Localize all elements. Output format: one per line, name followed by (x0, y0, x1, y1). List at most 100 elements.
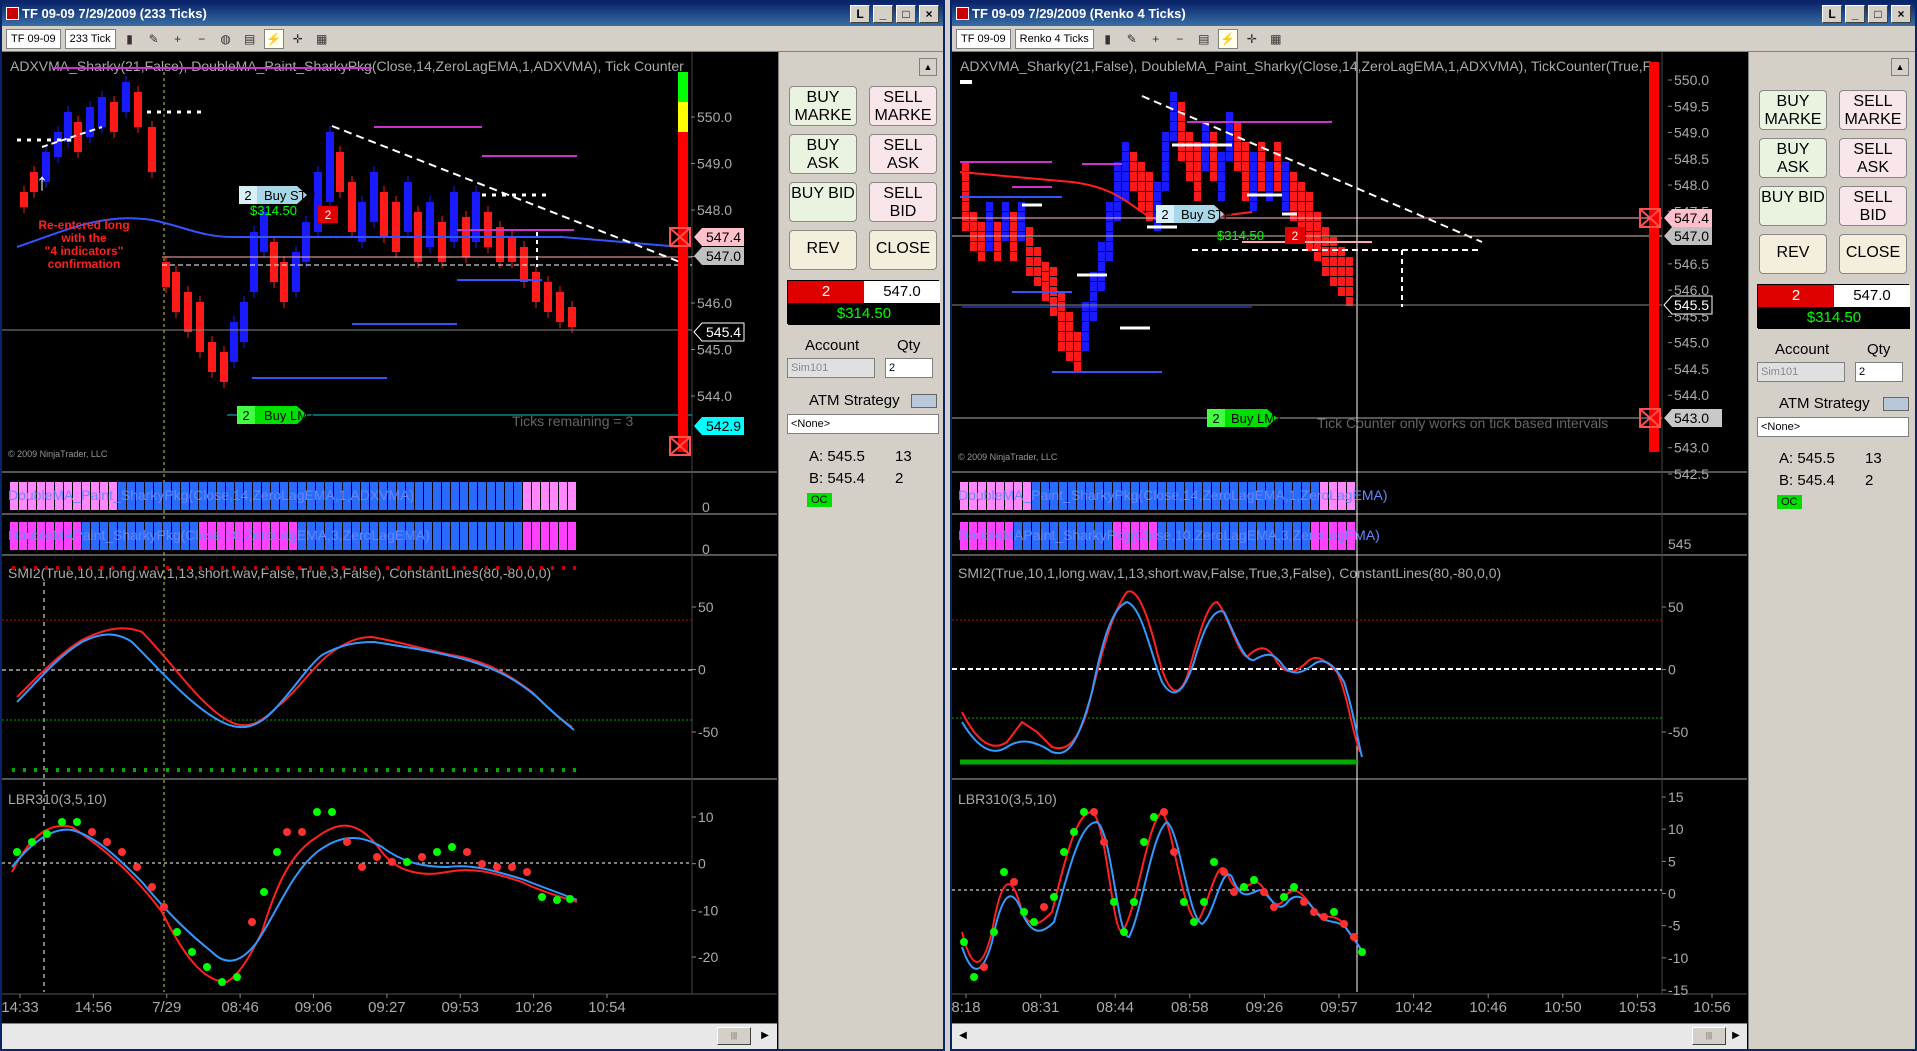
properties-icon[interactable]: ▤ (240, 29, 260, 49)
link-button[interactable]: L (1822, 5, 1842, 23)
close-icon[interactable]: × (1891, 5, 1911, 23)
panel-collapse-icon[interactable]: ▲ (919, 58, 937, 76)
scroll-left-icon[interactable]: ◀ (955, 1027, 971, 1045)
buy-market-button[interactable]: BUY MARKE (1759, 90, 1827, 130)
bar-type-icon[interactable]: ▮ (1098, 29, 1118, 49)
maximize-icon[interactable]: □ (1868, 5, 1888, 23)
smi-axis-label: -50 (698, 724, 718, 740)
chart-trader-icon[interactable]: ⚡ (263, 28, 284, 49)
link-button[interactable]: L (850, 5, 870, 23)
account-select[interactable]: Sim101 (1757, 362, 1845, 382)
window-titlebar[interactable]: TF 09-09 7/29/2009 (Renko 4 Ticks) L _ □… (952, 2, 1915, 26)
sell-market-button[interactable]: SELL MARKE (1839, 90, 1907, 130)
buy-limit-order[interactable]: 2 Buy LMT (237, 406, 316, 424)
buy-stop-order[interactable]: 2 Buy STP (239, 186, 315, 204)
buy-bid-button[interactable]: BUY BID (789, 182, 857, 222)
scroll-right-icon[interactable]: ▶ (1728, 1027, 1744, 1045)
renko-brick (1178, 152, 1185, 161)
chart-canvas[interactable]: ADXVMA_Sharky(21,False), DoubleMA_Paint_… (952, 52, 1747, 1027)
properties-icon[interactable]: ▤ (1194, 29, 1214, 49)
chart-area[interactable]: ADXVMA_Sharky(21,False), DoubleMA_Paint_… (952, 52, 1747, 1023)
zoom-in-icon[interactable]: + (168, 29, 188, 49)
buy-limit-order[interactable]: 2 Buy LMT (1207, 409, 1283, 427)
interval-select[interactable]: 233 Tick (64, 28, 116, 49)
paint-bar (496, 522, 504, 550)
data-box-icon[interactable]: ▦ (312, 29, 332, 49)
close-position-button[interactable]: CLOSE (1839, 234, 1907, 274)
close-icon[interactable]: × (919, 5, 939, 23)
candle (98, 97, 106, 127)
qty-stepper[interactable]: 2 (1855, 362, 1903, 382)
candle (74, 122, 82, 152)
paint-axis-label: 545 (1668, 536, 1692, 552)
zoom-in-icon[interactable]: + (1146, 29, 1166, 49)
buy-stop-order[interactable]: 2 Buy STP (1156, 205, 1232, 223)
panel-collapse-icon[interactable]: ▲ (1891, 58, 1909, 76)
lbr-dot (566, 895, 574, 903)
renko-brick (1074, 362, 1081, 371)
atm-strategy-select[interactable]: <None> (787, 414, 939, 434)
candle (172, 272, 180, 312)
paint-axis-label: 0 (702, 541, 710, 557)
data-box-icon[interactable]: ▦ (1266, 29, 1286, 49)
renko-brick (1098, 252, 1105, 261)
lbr-dot (980, 963, 988, 971)
sell-ask-button[interactable]: SELL ASK (869, 134, 937, 174)
candle (280, 262, 288, 302)
drawing-tool-icon[interactable]: ✎ (1122, 29, 1142, 49)
scrollbar-thumb[interactable]: ||| (1692, 1027, 1726, 1045)
lbr-dot (1330, 908, 1338, 916)
horizontal-scrollbar[interactable]: ◀ ||| ▶ (952, 1023, 1747, 1049)
buy-ask-button[interactable]: BUY ASK (789, 134, 857, 174)
oc-badge[interactable]: OC (807, 493, 832, 507)
minimize-icon[interactable]: _ (1845, 5, 1865, 23)
interval-select[interactable]: Renko 4 Ticks (1014, 28, 1094, 49)
horizontal-scrollbar[interactable]: ||| ▶ (2, 1023, 777, 1049)
atm-strategy-icon[interactable] (911, 394, 937, 408)
paint-bar (487, 522, 495, 550)
crosshair-icon[interactable]: ✛ (1242, 29, 1262, 49)
close-position-button[interactable]: CLOSE (869, 230, 937, 270)
window-titlebar[interactable]: TF 09-09 7/29/2009 (233 Ticks) L _ □ × (2, 2, 943, 26)
lbr-dot (463, 848, 471, 856)
atm-strategy-icon[interactable] (1883, 397, 1909, 411)
zoom-out-icon[interactable]: − (1170, 29, 1190, 49)
globe-icon[interactable]: ◍ (216, 29, 236, 49)
reverse-button[interactable]: REV (789, 230, 857, 270)
renko-brick (1202, 162, 1209, 171)
copyright: © 2009 NinjaTrader, LLC (958, 452, 1058, 462)
instrument-select[interactable]: TF 09-09 (6, 28, 61, 49)
atm-strategy-select[interactable]: <None> (1757, 417, 1909, 437)
renko-brick (1146, 202, 1153, 211)
crosshair-icon[interactable]: ✛ (288, 29, 308, 49)
drawing-tool-icon[interactable]: ✎ (144, 29, 164, 49)
bar-type-icon[interactable]: ▮ (120, 29, 140, 49)
sell-ask-button[interactable]: SELL ASK (1839, 138, 1907, 178)
scroll-right-icon[interactable]: ▶ (757, 1027, 773, 1045)
zoom-out-icon[interactable]: − (192, 29, 212, 49)
renko-brick (1202, 152, 1209, 161)
maximize-icon[interactable]: □ (896, 5, 916, 23)
instrument-select[interactable]: TF 09-09 (956, 28, 1011, 49)
chart-area[interactable]: ADXVMA_Sharky(21,False), DoubleMA_Paint_… (2, 52, 777, 1023)
qty-stepper[interactable]: 2 (885, 358, 933, 378)
account-select[interactable]: Sim101 (787, 358, 875, 378)
renko-brick (1314, 252, 1321, 261)
oc-badge[interactable]: OC (1777, 495, 1802, 509)
chart-canvas[interactable]: ADXVMA_Sharky(21,False), DoubleMA_Paint_… (2, 52, 777, 1027)
last-price-marker: 545.5 (1663, 295, 1713, 315)
sell-bid-button[interactable]: SELL BID (1839, 186, 1907, 226)
renko-brick (1306, 202, 1313, 211)
reverse-button[interactable]: REV (1759, 234, 1827, 274)
buy-market-button[interactable]: BUY MARKE (789, 86, 857, 126)
paint-bar (514, 522, 522, 550)
renko-brick (1026, 257, 1033, 266)
buy-ask-button[interactable]: BUY ASK (1759, 138, 1827, 178)
renko-brick (1074, 342, 1081, 351)
sell-market-button[interactable]: SELL MARKE (869, 86, 937, 126)
sell-bid-button[interactable]: SELL BID (869, 182, 937, 222)
minimize-icon[interactable]: _ (873, 5, 893, 23)
scrollbar-thumb[interactable]: ||| (717, 1027, 751, 1045)
chart-trader-icon[interactable]: ⚡ (1217, 28, 1238, 49)
buy-bid-button[interactable]: BUY BID (1759, 186, 1827, 226)
